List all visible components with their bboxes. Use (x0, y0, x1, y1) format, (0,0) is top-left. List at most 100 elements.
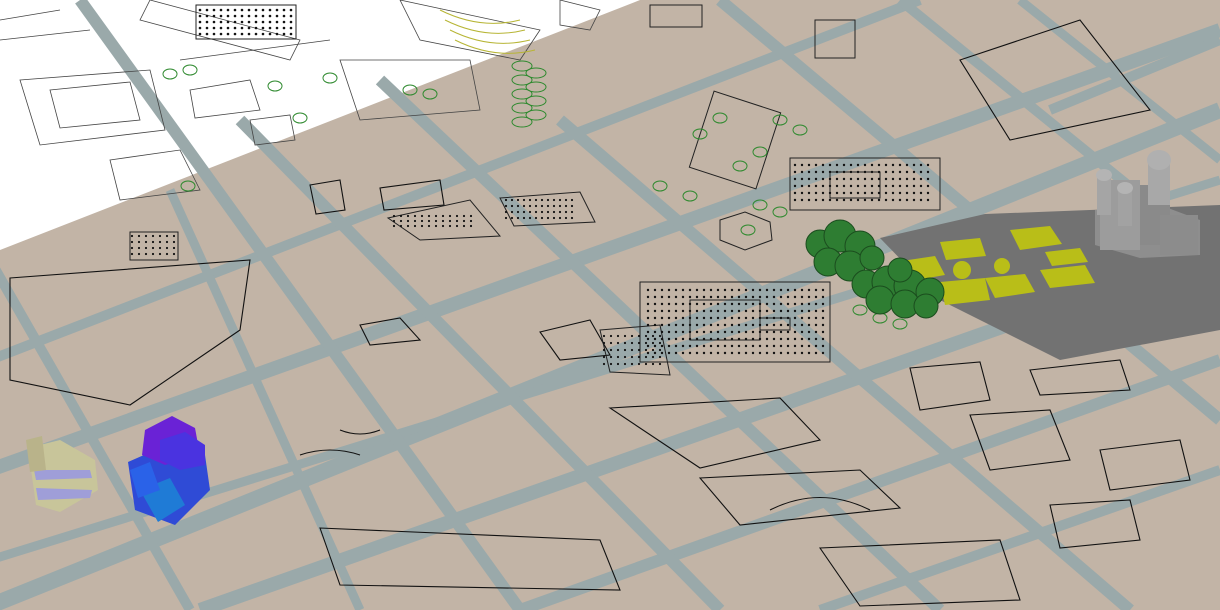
column-dot (786, 323, 790, 327)
column-dot (534, 198, 538, 202)
column-dot (751, 330, 755, 334)
column-dot (730, 309, 734, 313)
column-dot (793, 323, 797, 327)
column-dot (807, 288, 811, 292)
column-dot (856, 198, 860, 202)
column-dot (807, 323, 811, 327)
column-dot (905, 177, 909, 181)
column-dot (793, 198, 797, 202)
column-dot (653, 295, 657, 299)
column-dot (723, 330, 727, 334)
column-dot (779, 337, 783, 341)
column-dot (758, 295, 762, 299)
tower-wing (1160, 215, 1198, 255)
column-dot (765, 351, 769, 355)
column-dot (667, 337, 671, 341)
column-dot (786, 337, 790, 341)
column-dot (821, 330, 825, 334)
column-dot (144, 234, 148, 238)
column-dot (758, 309, 762, 313)
column-dot (723, 302, 727, 306)
column-dot (758, 288, 762, 292)
column-dot (667, 295, 671, 299)
column-dot (540, 210, 544, 214)
column-dot (522, 216, 526, 220)
column-dot (165, 234, 169, 238)
column-dot (870, 198, 874, 202)
column-dot (510, 210, 514, 214)
column-dot (540, 204, 544, 208)
column-dot (793, 184, 797, 188)
column-dot (144, 240, 148, 244)
column-dot (807, 309, 811, 313)
column-dot (552, 210, 556, 214)
column-dot (233, 14, 237, 18)
column-dot (623, 362, 627, 366)
column-dot (779, 344, 783, 348)
column-dot (793, 337, 797, 341)
column-dot (919, 170, 923, 174)
column-dot (870, 177, 874, 181)
column-dot (528, 210, 532, 214)
column-dot (268, 14, 272, 18)
column-dot (637, 362, 641, 366)
column-dot (681, 337, 685, 341)
column-dot (863, 191, 867, 195)
column-dot (772, 295, 776, 299)
column-dot (723, 316, 727, 320)
column-dot (528, 216, 532, 220)
column-dot (198, 8, 202, 12)
column-dot (779, 309, 783, 313)
column-dot (800, 330, 804, 334)
map-viewport[interactable] (0, 0, 1220, 610)
column-dot (646, 344, 650, 348)
column-dot (744, 302, 748, 306)
column-dot (737, 309, 741, 313)
column-dot (856, 170, 860, 174)
column-dot (516, 198, 520, 202)
column-dot (623, 334, 627, 338)
column-dot (552, 204, 556, 208)
column-dot (730, 316, 734, 320)
column-dot (814, 163, 818, 167)
column-dot (212, 26, 216, 30)
column-dot (261, 8, 265, 12)
column-dot (786, 316, 790, 320)
column-dot (534, 210, 538, 214)
column-dot (674, 309, 678, 313)
column-dot (758, 302, 762, 306)
column-dot (516, 210, 520, 214)
column-dot (516, 204, 520, 208)
column-dot (702, 337, 706, 341)
column-dot (730, 323, 734, 327)
column-dot (842, 163, 846, 167)
column-dot (646, 302, 650, 306)
column-dot (240, 20, 244, 24)
column-dot (570, 216, 574, 220)
column-dot (219, 14, 223, 18)
column-dot (653, 337, 657, 341)
column-dot (609, 348, 613, 352)
column-dot (744, 309, 748, 313)
column-dot (522, 204, 526, 208)
column-dot (716, 323, 720, 327)
column-dot (786, 288, 790, 292)
column-dot (807, 316, 811, 320)
column-dot (814, 309, 818, 313)
column-dot (905, 184, 909, 188)
column-dot (658, 341, 662, 345)
column-dot (570, 198, 574, 202)
column-dot (660, 288, 664, 292)
column-dot (849, 170, 853, 174)
column-dot (646, 316, 650, 320)
column-dot (786, 295, 790, 299)
column-dot (849, 177, 853, 181)
column-dot (765, 302, 769, 306)
column-dot (912, 170, 916, 174)
column-dot (275, 32, 279, 36)
column-dot (772, 288, 776, 292)
column-dot (289, 26, 293, 30)
column-dot (413, 224, 417, 228)
column-dot (130, 252, 134, 256)
column-dot (219, 26, 223, 30)
